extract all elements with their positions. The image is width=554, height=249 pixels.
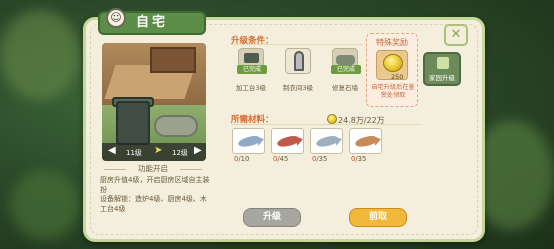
fish-icon — [271, 128, 305, 154]
home-upgrade-icon — [437, 57, 449, 69]
material-item[interactable]: 0/45 — [271, 128, 305, 163]
material-item[interactable]: 0/10 — [232, 128, 266, 163]
material-item[interactable]: 0/35 — [349, 128, 383, 163]
coin-icon — [327, 114, 337, 124]
room-illustration — [102, 43, 206, 105]
reward-title: 特殊奖励 — [376, 38, 408, 47]
material-count: 0/35 — [312, 155, 328, 163]
next-level: 12级 — [172, 149, 188, 157]
material-count: 0/10 — [234, 155, 250, 163]
material-count: 0/45 — [273, 155, 289, 163]
workbench-icon: 已完成 — [237, 48, 267, 74]
feature-title: 功能开启 — [98, 163, 208, 175]
level-arrow-icon: ➤ — [154, 145, 163, 156]
background-foliage — [0, 10, 80, 100]
fish-icon — [349, 128, 383, 154]
stone-wall-illustration — [154, 115, 198, 137]
material-count: 0/35 — [351, 155, 367, 163]
special-reward-box: 特殊奖励 250 自宅升级后在鉴赏处领取 — [366, 33, 418, 107]
material-item[interactable]: 0/35 — [310, 128, 344, 163]
reward-amount: 250 — [391, 73, 404, 81]
condition-item[interactable]: 制衣间3级 — [277, 48, 319, 92]
feature-description: 厨房升值4级，开启厨房区域自主装扮 设备解锁：造炉4级、厨房4级、木工台4级 — [100, 176, 210, 213]
condition-item[interactable]: 已完成 加工台3级 — [230, 48, 272, 92]
prev-arrow-icon[interactable]: ◀ — [108, 145, 116, 156]
level-indicator: ◀ 11级 ➤ 12级 ▶ — [102, 143, 206, 161]
condition-label: 加工台3级 — [235, 84, 267, 92]
reward-item[interactable]: 250 — [376, 50, 408, 81]
fish-icon — [310, 128, 344, 154]
condition-item[interactable]: 已完成 修复石墙 — [324, 48, 366, 92]
status-badge: 已完成 — [237, 65, 267, 74]
claim-button[interactable]: 前取 — [349, 208, 407, 227]
current-level: 11级 — [126, 149, 142, 157]
status-badge: 已完成 — [331, 65, 361, 74]
page-title-text: 自宅 — [135, 15, 168, 30]
condition-label: 制衣间3级 — [282, 84, 314, 92]
close-icon: ✕ — [450, 27, 462, 42]
fish-icon — [232, 128, 266, 154]
tab-label: 家园升级 — [429, 74, 455, 82]
mirror-icon — [285, 48, 311, 74]
background-foliage — [10, 170, 80, 240]
furnace-body — [116, 101, 150, 145]
stone-wall-icon: 已完成 — [331, 48, 361, 74]
gold-coin-icon — [383, 54, 403, 72]
reward-note: 自宅升级后在鉴赏处领取 — [371, 84, 415, 99]
next-arrow-icon[interactable]: ▶ — [194, 145, 202, 156]
upgrade-button[interactable]: 升级 — [243, 208, 301, 227]
smiley-icon: ☺ — [106, 8, 126, 28]
home-preview-image: ◀ 11级 ➤ 12级 ▶ — [102, 43, 206, 161]
condition-label: 修复石墙 — [332, 84, 358, 92]
tab-home-upgrade[interactable]: 家园升级 — [423, 52, 461, 86]
close-button[interactable]: ✕ — [444, 24, 468, 46]
